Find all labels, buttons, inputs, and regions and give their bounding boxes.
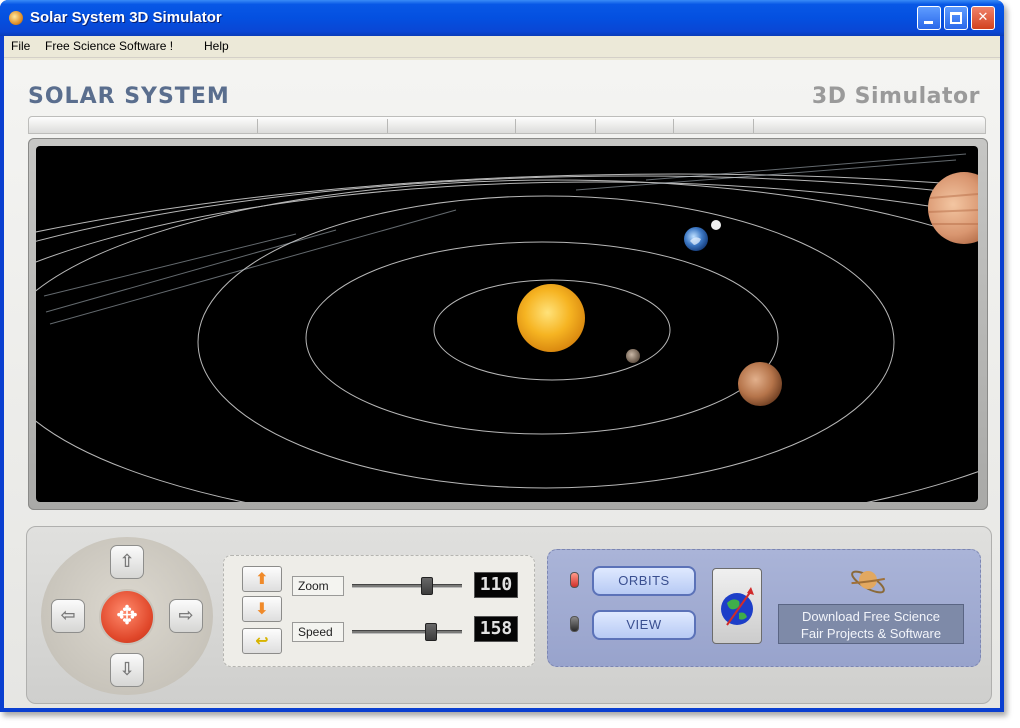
solar-system-viewport[interactable]	[36, 146, 978, 502]
tab-divider	[673, 119, 674, 133]
reset-button[interactable]: ↩	[242, 628, 282, 654]
zoom-slider-track[interactable]	[352, 577, 462, 595]
pan-right-button[interactable]: ⇨	[169, 599, 203, 633]
navigation-pad: ⇧ ⇩ ⇦ ⇨ ✥	[41, 537, 213, 695]
tab-divider	[515, 119, 516, 133]
pan-up-button[interactable]: ⇧	[110, 545, 144, 579]
menu-file[interactable]: File	[11, 39, 30, 53]
tab-strip	[28, 116, 986, 134]
viewport-bezel	[28, 138, 988, 510]
menu-bar: File Free Science Software ! Help	[4, 36, 1000, 58]
zoom-slider-thumb[interactable]	[421, 577, 433, 595]
view-options-panel: ORBITS VIEW Download Free Science Fair P…	[547, 549, 981, 667]
download-line-2: Fair Projects & Software	[800, 626, 942, 641]
pan-down-button[interactable]: ⇩	[110, 653, 144, 687]
maximize-icon	[950, 12, 962, 24]
distant-orbit-lines	[43, 153, 967, 325]
download-line-1: Download Free Science	[801, 609, 941, 624]
zoom-label: Zoom	[292, 576, 344, 596]
tab-divider	[387, 119, 388, 133]
globe-icon	[721, 587, 754, 626]
solar-system-scene	[36, 153, 978, 502]
tab-divider	[753, 119, 754, 133]
planet-mars[interactable]	[738, 362, 782, 406]
tab-divider	[257, 119, 258, 133]
orbits-button[interactable]: ORBITS	[592, 566, 696, 596]
application-window: Solar System 3D Simulator ✕ File Free Sc…	[0, 0, 1004, 712]
speed-label: Speed	[292, 622, 344, 642]
menu-help[interactable]: Help	[204, 39, 229, 53]
menu-free-science-software[interactable]: Free Science Software !	[45, 39, 173, 53]
client-area: File Free Science Software ! Help SOLAR …	[4, 36, 1000, 708]
close-button[interactable]: ✕	[971, 6, 995, 30]
title-bar[interactable]: Solar System 3D Simulator ✕	[0, 0, 1004, 36]
increase-button[interactable]: ⬆	[242, 566, 282, 592]
app-subtitle: 3D Simulator	[811, 84, 980, 109]
minimize-button[interactable]	[917, 6, 941, 30]
speed-slider-thumb[interactable]	[425, 623, 437, 641]
minimize-icon	[924, 21, 933, 24]
pan-left-button[interactable]: ⇦	[51, 599, 85, 633]
globe-button[interactable]	[712, 568, 762, 644]
moon[interactable]	[711, 220, 721, 230]
speed-slider-track[interactable]	[352, 623, 462, 641]
saturn-icon	[851, 570, 885, 594]
window-title: Solar System 3D Simulator	[30, 9, 222, 26]
move-center-button[interactable]: ✥	[99, 589, 155, 645]
view-button[interactable]: VIEW	[592, 610, 696, 640]
tab-divider	[595, 119, 596, 133]
maximize-button[interactable]	[944, 6, 968, 30]
zoom-value-display: 110	[474, 572, 518, 598]
orbit-lines	[36, 173, 978, 502]
speed-value-display: 158	[474, 616, 518, 642]
orbits-indicator-light	[570, 572, 579, 588]
planet-mercury[interactable]	[626, 349, 640, 363]
view-indicator-light	[570, 616, 579, 632]
decrease-button[interactable]: ⬇	[242, 596, 282, 622]
sun[interactable]	[517, 284, 585, 352]
app-icon	[9, 11, 23, 25]
download-free-science-link[interactable]: Download Free Science Fair Projects & So…	[778, 604, 964, 644]
zoom-speed-panel: ⬆ ⬇ ↩ Zoom 110 Speed 158	[223, 555, 535, 667]
app-title: SOLAR SYSTEM	[28, 84, 230, 109]
app-frame: SOLAR SYSTEM 3D Simulator ⇧ ⇩ ⇦ ⇨ ✥ ⬆ ⬇ …	[4, 60, 1000, 708]
control-panel: ⇧ ⇩ ⇦ ⇨ ✥ ⬆ ⬇ ↩ Zoom 110 Speed 158 ORBIT…	[26, 526, 992, 704]
